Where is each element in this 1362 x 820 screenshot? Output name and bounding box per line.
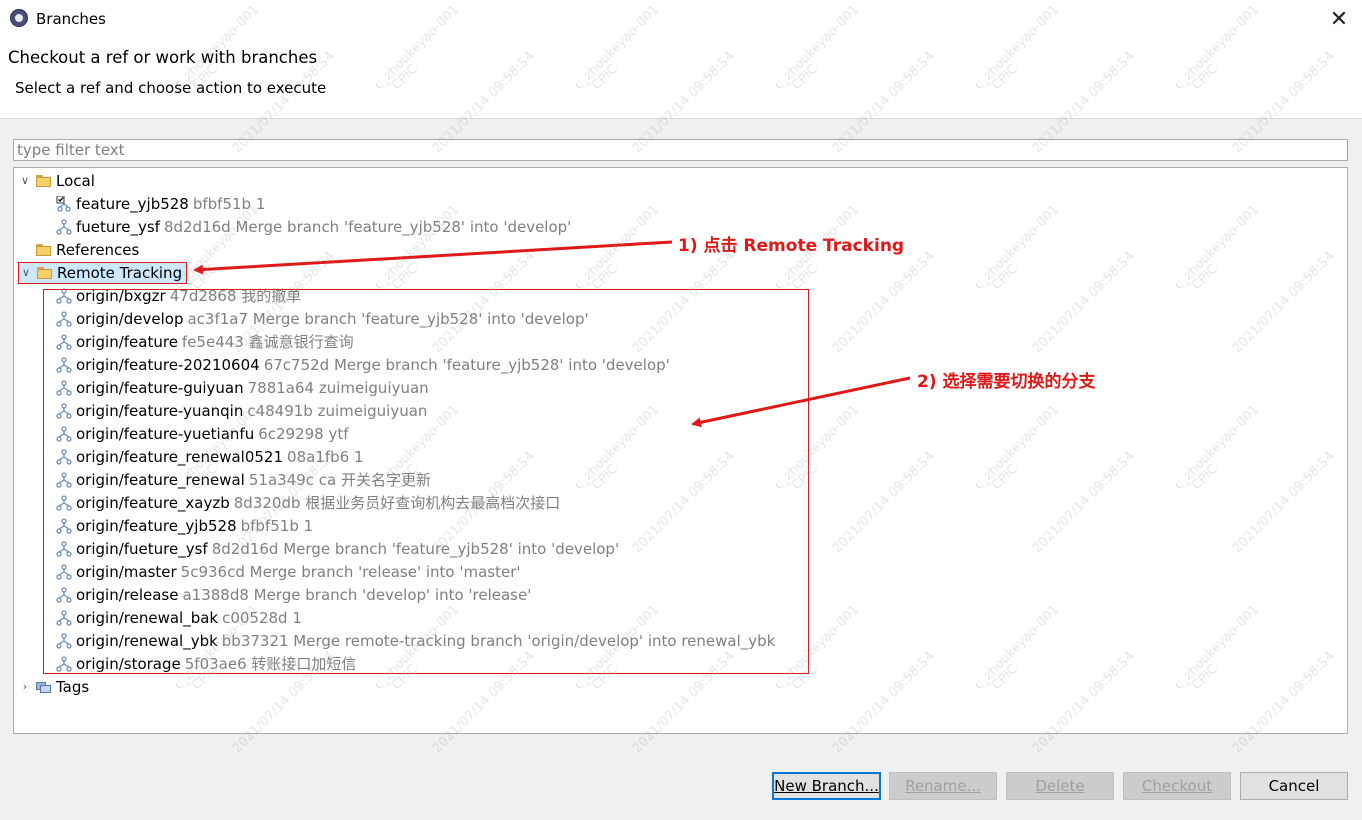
annotation-arrows — [193, 240, 911, 428]
checkout-button[interactable]: Checkout — [1123, 772, 1231, 800]
annotation-step2: 2) 选择需要切换的分支 — [917, 372, 1096, 392]
new-branch-button[interactable]: New Branch... — [772, 772, 881, 800]
delete-button[interactable]: Delete — [1006, 772, 1114, 800]
arrow-to-branch-list — [691, 376, 911, 428]
cancel-button[interactable]: Cancel — [1240, 772, 1348, 800]
arrow-to-remote-tracking — [193, 240, 673, 275]
annotation-step1: 1) 点击 Remote Tracking — [678, 236, 905, 256]
rename-button[interactable]: Rename... — [889, 772, 997, 800]
